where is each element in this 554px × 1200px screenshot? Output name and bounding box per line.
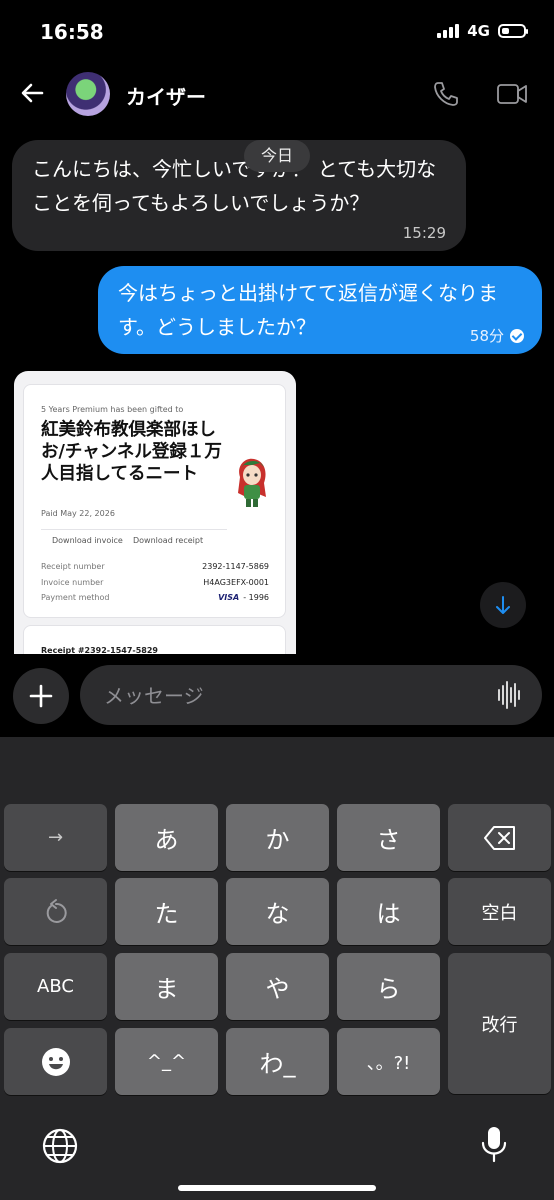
battery-icon bbox=[498, 24, 528, 38]
message-composer bbox=[80, 665, 542, 725]
back-button[interactable] bbox=[18, 78, 48, 108]
voice-call-button[interactable] bbox=[432, 80, 460, 108]
emoji-key[interactable] bbox=[4, 1028, 107, 1095]
back-arrow-icon bbox=[21, 83, 44, 103]
message-time: 15:29 bbox=[402, 224, 446, 242]
contact-name[interactable]: カイザー bbox=[126, 81, 206, 110]
video-call-button[interactable] bbox=[496, 80, 528, 108]
key-ha[interactable]: は bbox=[337, 878, 440, 945]
phone-icon bbox=[434, 82, 458, 106]
receipt-number-label: Receipt number bbox=[41, 562, 105, 571]
signal-icon bbox=[437, 24, 460, 38]
key-sa[interactable]: さ bbox=[337, 804, 440, 871]
undo-icon bbox=[46, 898, 67, 923]
visa-logo: VISA bbox=[218, 593, 240, 602]
network-type: 4G bbox=[467, 22, 490, 40]
key-ta[interactable]: た bbox=[115, 878, 218, 945]
status-time: 16:58 bbox=[40, 20, 104, 44]
key-arrow[interactable]: → bbox=[4, 804, 107, 871]
payment-method-label: Payment method bbox=[41, 593, 110, 602]
receipt-title: 紅美鈴布教倶楽部ほしお/チャンネル登録１万人目指してるニート bbox=[41, 420, 222, 484]
return-key[interactable]: 改行 bbox=[448, 953, 551, 1094]
globe-button[interactable] bbox=[40, 1126, 80, 1166]
scroll-to-bottom-button[interactable] bbox=[480, 582, 526, 628]
message-meta: 58分 bbox=[470, 326, 524, 346]
waveform-icon bbox=[498, 689, 500, 701]
backspace-icon bbox=[483, 825, 515, 850]
key-wa[interactable]: わ_ bbox=[226, 1028, 329, 1095]
home-indicator bbox=[178, 1185, 376, 1191]
read-check-icon bbox=[510, 329, 524, 343]
message-input[interactable] bbox=[102, 679, 486, 713]
add-attachment-button[interactable] bbox=[13, 668, 69, 724]
key-ra[interactable]: ら bbox=[337, 953, 440, 1020]
outgoing-message[interactable]: 今はちょっと出掛けてて返信が遅くなります。どうしましたか？ 58分 bbox=[98, 266, 542, 354]
key-ya[interactable]: や bbox=[226, 953, 329, 1020]
backspace-key[interactable] bbox=[448, 804, 551, 871]
key-punctuation[interactable]: 、。?! bbox=[337, 1028, 440, 1095]
microphone-icon bbox=[481, 1127, 507, 1163]
video-camera-icon bbox=[497, 84, 527, 104]
emoji-icon bbox=[41, 1047, 70, 1076]
message-text: こんにちは、今忙しいですか？ とても大切なことを伺ってもよろしいでしょうか？ bbox=[32, 157, 437, 215]
gifted-line: 5 Years Premium has been gifted to bbox=[41, 405, 184, 414]
dictation-button[interactable] bbox=[480, 1124, 508, 1164]
space-key[interactable]: 空白 bbox=[448, 878, 551, 945]
battery-level bbox=[502, 28, 509, 34]
undo-key[interactable] bbox=[4, 878, 107, 945]
date-separator: 今日 bbox=[244, 140, 310, 172]
card-last-digits: - 1996 bbox=[243, 593, 269, 602]
character-illustration bbox=[232, 453, 272, 509]
status-icons: 4G bbox=[437, 22, 528, 40]
receipt-image-message[interactable]: 5 Years Premium has been gifted to 紅美鈴布教… bbox=[14, 371, 296, 654]
key-a[interactable]: あ bbox=[115, 804, 218, 871]
receipt-number-value: 2392-1147-5869 bbox=[202, 562, 269, 571]
key-ka[interactable]: か bbox=[226, 804, 329, 871]
contact-avatar[interactable] bbox=[66, 72, 110, 116]
globe-icon bbox=[42, 1128, 78, 1164]
second-receipt-number: Receipt #2392-1547-5829 bbox=[41, 646, 158, 654]
message-text: 今はちょっと出掛けてて返信が遅くなります。どうしましたか？ bbox=[118, 281, 498, 339]
abc-key[interactable]: ABC bbox=[4, 953, 107, 1020]
download-invoice-link: Download invoice bbox=[52, 536, 123, 545]
arrow-down-icon bbox=[496, 596, 510, 614]
incoming-message[interactable]: こんにちは、今忙しいですか？ とても大切なことを伺ってもよろしいでしょうか？ 1… bbox=[12, 140, 466, 251]
message-time: 58分 bbox=[469, 327, 504, 345]
paid-date: Paid May 22, 2026 bbox=[41, 509, 115, 518]
voice-input-button[interactable] bbox=[498, 681, 524, 709]
divider bbox=[41, 529, 227, 530]
key-ma[interactable]: ま bbox=[115, 953, 218, 1020]
key-kaomoji[interactable]: ^_^ bbox=[115, 1028, 218, 1095]
invoice-number-value: H4AG3EFX-0001 bbox=[203, 578, 269, 587]
invoice-number-label: Invoice number bbox=[41, 578, 104, 587]
plus-icon bbox=[29, 684, 53, 708]
payment-method-value: VISA - 1996 bbox=[218, 593, 269, 602]
second-receipt-card: Receipt #2392-1547-5829 bbox=[23, 625, 286, 654]
download-receipt-link: Download receipt bbox=[133, 536, 204, 545]
key-na[interactable]: な bbox=[226, 878, 329, 945]
receipt-card: 5 Years Premium has been gifted to 紅美鈴布教… bbox=[23, 384, 286, 618]
